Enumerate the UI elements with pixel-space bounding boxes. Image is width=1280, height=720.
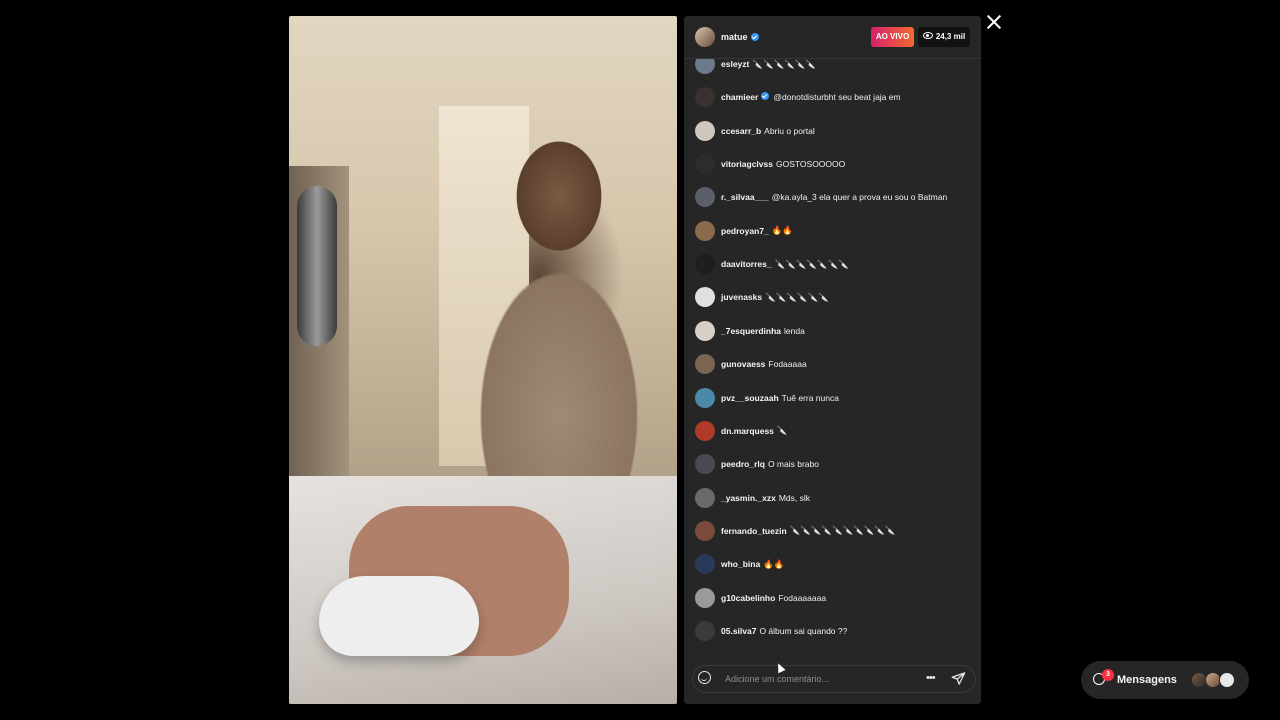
commenter-avatar[interactable]	[695, 320, 715, 341]
commenter-avatar[interactable]	[695, 287, 715, 308]
comment-item[interactable]: juvenasks 🔪🔪🔪🔪🔪🔪	[695, 287, 975, 308]
comment-text: Fodaaaaaaa	[778, 592, 827, 603]
commenter-username[interactable]: peedro_rlq	[721, 459, 765, 469]
comment-text: 🔪🔪🔪🔪🔪🔪🔪	[774, 258, 849, 269]
commenter-username[interactable]: 05.silva7	[721, 626, 756, 636]
commenter-avatar[interactable]	[695, 420, 715, 441]
commenter-username[interactable]: r._silvaa___	[721, 192, 769, 202]
comment-text: 🔥🔥	[763, 558, 785, 569]
commenter-username[interactable]: _7esquerdinha	[721, 326, 781, 336]
commenter-avatar[interactable]	[695, 387, 715, 408]
commenter-username[interactable]: vitoriagclvss	[721, 159, 773, 169]
video-microphone	[297, 186, 337, 346]
commenter-username[interactable]: _yasmin._xzx	[721, 493, 776, 503]
comment-text: GOSTOSOOOOO	[775, 159, 846, 170]
comment-text: 🔪🔪🔪🔪🔪🔪	[752, 58, 816, 69]
commenter-avatar[interactable]	[695, 154, 715, 175]
comment-item[interactable]: daavitorres_ 🔪🔪🔪🔪🔪🔪🔪	[695, 254, 975, 275]
close-button[interactable]	[986, 14, 1002, 30]
commenter-username[interactable]: who_bina	[721, 559, 760, 569]
commenter-username[interactable]: esleyzt	[721, 59, 749, 69]
comment-text: 🔪	[776, 425, 788, 436]
commenter-username[interactable]: chamieer	[721, 92, 758, 102]
comment-item[interactable]: vitoriagclvss GOSTOSOOOOO	[695, 154, 975, 175]
commenter-avatar[interactable]	[695, 620, 715, 641]
comment-list[interactable]: esleyzt 🔪🔪🔪🔪🔪🔪 chamieer @donotdisturbht seu…	[684, 46, 981, 661]
viewer-count[interactable]: 24,3 mil	[918, 27, 970, 47]
comment-item[interactable]: _yasmin._xzx Mds, slk	[695, 487, 975, 508]
comment-text: 🔪🔪🔪🔪🔪🔪	[765, 291, 829, 302]
commenter-username[interactable]: pvz__souzaah	[721, 393, 779, 403]
comment-item[interactable]: chamieer @donotdisturbht seu beat jaja em	[695, 87, 975, 108]
commenter-username[interactable]: gunovaess	[721, 359, 765, 369]
verified-icon	[761, 92, 770, 101]
comment-text: Tuê erra nunca	[781, 392, 839, 403]
commenter-avatar[interactable]	[695, 220, 715, 241]
comment-text: @donotdisturbht seu beat jaja em	[773, 92, 901, 103]
streamer-username[interactable]: matue	[721, 32, 759, 42]
comment-item[interactable]: pvz__souzaah Tuê erra nunca	[695, 387, 975, 408]
comment-item[interactable]: dn.marquess 🔪	[695, 420, 975, 441]
live-header: matue AO VIVO 24,3 mil	[684, 16, 981, 59]
commenter-avatar[interactable]	[695, 187, 715, 208]
verified-icon	[750, 32, 759, 41]
commenter-avatar[interactable]	[695, 87, 715, 108]
comment-item[interactable]: r._silvaa___ @ka.ayla_3 ela quer a prova …	[695, 187, 975, 208]
streamer-avatar[interactable]	[695, 27, 715, 47]
commenter-username[interactable]: dn.marquess	[721, 426, 774, 436]
live-badge: AO VIVO	[871, 27, 914, 47]
eye-icon	[922, 32, 933, 40]
commenter-username[interactable]: ccesarr_b	[721, 126, 761, 136]
commenter-avatar[interactable]	[695, 354, 715, 375]
send-icon[interactable]	[951, 671, 966, 686]
commenter-avatar[interactable]	[695, 120, 715, 141]
comment-item[interactable]: ccesarr_b Abriu o portal	[695, 120, 975, 141]
comment-input[interactable]	[725, 670, 915, 688]
comment-item[interactable]: g10cabelinho Fodaaaaaaa	[695, 587, 975, 608]
live-video[interactable]	[289, 16, 677, 704]
more-icon[interactable]: •••	[926, 672, 936, 684]
comment-item[interactable]: _7esquerdinha lenda	[695, 320, 975, 341]
commenter-username[interactable]: daavitorres_	[721, 259, 772, 269]
smile-icon[interactable]	[698, 671, 711, 684]
comment-item[interactable]: gunovaess Fodaaaaa	[695, 354, 975, 375]
comment-text: O álbum sai quando ??	[759, 625, 848, 636]
commenter-username[interactable]: fernando_tuezin	[721, 526, 787, 536]
messages-badge: 3	[1102, 669, 1114, 681]
comment-text: 🔥🔥	[771, 225, 793, 236]
commenter-avatar[interactable]	[695, 587, 715, 608]
live-chat-panel: matue AO VIVO 24,3 mil esleyzt 🔪🔪🔪🔪🔪🔪 cham…	[684, 16, 981, 704]
commenter-avatar[interactable]	[695, 254, 715, 275]
comment-composer: •••	[684, 661, 981, 704]
comment-text: Fodaaaaa	[768, 359, 807, 370]
comment-text: Abriu o portal	[764, 125, 815, 136]
comment-text: O mais brabo	[767, 459, 819, 470]
comment-item[interactable]: peedro_rlq O mais brabo	[695, 454, 975, 475]
commenter-avatar[interactable]	[695, 487, 715, 508]
comment-text: @ka.ayla_3 ela quer a prova eu sou o Bat…	[771, 192, 948, 203]
commenter-username[interactable]: pedroyan7_	[721, 226, 769, 236]
comment-item[interactable]: fernando_tuezin 🔪🔪🔪🔪🔪🔪🔪🔪🔪🔪	[695, 520, 975, 541]
commenter-avatar[interactable]	[695, 554, 715, 575]
comment-text: 🔪🔪🔪🔪🔪🔪🔪🔪🔪🔪	[789, 525, 896, 536]
comment-box: •••	[692, 665, 976, 693]
comment-text: lenda	[784, 325, 805, 336]
commenter-avatar[interactable]	[695, 520, 715, 541]
comment-item[interactable]: who_bina 🔥🔥	[695, 554, 975, 575]
messages-avatar	[1219, 672, 1235, 688]
comment-text: Mds, slk	[778, 492, 810, 503]
commenter-username[interactable]: g10cabelinho	[721, 593, 775, 603]
commenter-avatar[interactable]	[695, 454, 715, 475]
video-mouse	[319, 576, 479, 656]
comment-item[interactable]: 05.silva7 O álbum sai quando ??	[695, 620, 975, 641]
commenter-username[interactable]: juvenasks	[721, 292, 762, 302]
comment-item[interactable]: pedroyan7_ 🔥🔥	[695, 220, 975, 241]
messages-label: Mensagens	[1117, 674, 1177, 686]
messages-button[interactable]: 3 Mensagens	[1081, 661, 1249, 699]
